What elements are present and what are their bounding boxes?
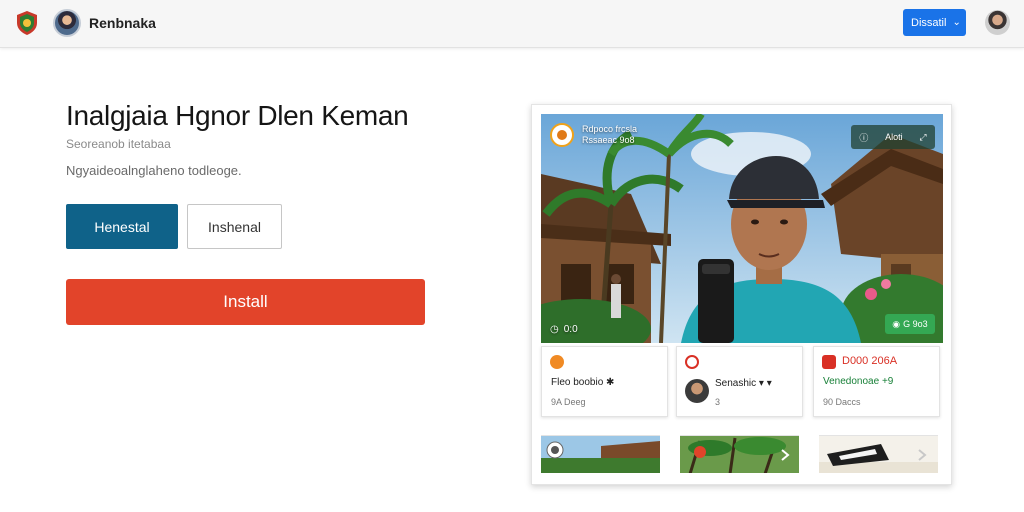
- mini-card-title: Fleo boobio ✱: [551, 377, 615, 388]
- channel-icon: [550, 123, 574, 147]
- video-badge-label: G 9o3: [903, 319, 928, 329]
- account-dropdown[interactable]: Dissatil ⌄: [903, 9, 966, 36]
- video-player[interactable]: Rdpoco frcsla Rssaeac 9o8 ⓘ Aloti ⤢ ◷ 0:…: [541, 114, 943, 343]
- user-avatar[interactable]: [53, 9, 81, 37]
- mini-card-sub: 90 Daccs: [823, 397, 861, 407]
- profile-avatar[interactable]: [985, 10, 1010, 35]
- page-description: Ngyaideoalnglaheno todleoge.: [66, 163, 242, 178]
- mini-card-title: Senashic ▾ ▾: [715, 378, 772, 389]
- badge-icon: ◉: [892, 318, 901, 329]
- video-channel[interactable]: Rdpoco frcsla Rssaeac 9o8: [550, 123, 637, 147]
- thumbnail-image: [680, 436, 799, 473]
- mini-card[interactable]: D000 206A Venedonoae +9 90 Daccs: [813, 346, 940, 417]
- mini-card[interactable]: Fleo boobio ✱ 9A Deeg: [541, 346, 668, 417]
- mini-card-sub: 3: [715, 397, 721, 407]
- video-top-controls: ⓘ Aloti ⤢: [851, 125, 935, 149]
- mini-card-avatar: [685, 379, 709, 403]
- mini-card[interactable]: Senashic ▾ ▾ 3: [676, 346, 803, 417]
- thumbnail-image: [541, 436, 660, 473]
- install-button[interactable]: Install: [66, 279, 425, 325]
- mini-card-icon: [685, 355, 699, 369]
- mini-card-icon: [822, 355, 836, 369]
- video-badge[interactable]: ◉ G 9o3: [885, 314, 935, 334]
- secondary-button[interactable]: Inshenal: [187, 204, 282, 249]
- thumbnail[interactable]: [680, 435, 799, 473]
- dropdown-label: Dissatil: [911, 16, 947, 29]
- brand-name[interactable]: Renbnaka: [89, 15, 156, 31]
- mini-card-head: D000 206A: [842, 355, 898, 367]
- chevron-down-icon: ⌄: [952, 17, 961, 28]
- primary-button[interactable]: Henestal: [66, 204, 178, 249]
- top-bar: Renbnaka Dissatil ⌄: [0, 0, 1024, 48]
- video-timestamp: ◷ 0:0: [550, 324, 578, 335]
- mini-card-icon: [550, 355, 564, 369]
- channel-line-1: Rdpoco frcsla: [582, 124, 638, 134]
- preview-card: Rdpoco frcsla Rssaeac 9o8 ⓘ Aloti ⤢ ◷ 0:…: [531, 104, 952, 485]
- page-title: Inalgjaia Hgnor Dlen Keman: [66, 100, 409, 131]
- shield-logo-icon[interactable]: [14, 10, 40, 36]
- channel-line-2: Rssaeac 9o8: [582, 135, 635, 145]
- video-top-label[interactable]: Aloti: [885, 132, 903, 142]
- clock-icon: ◷: [550, 324, 559, 335]
- mini-card-title: Venedonoae +9: [823, 376, 894, 387]
- mini-card-sub: 9A Deeg: [551, 397, 586, 407]
- thumbnail[interactable]: [541, 435, 660, 473]
- expand-icon[interactable]: ⤢: [919, 132, 926, 143]
- video-time-text: 0:0: [563, 324, 578, 335]
- thumbnail-image: [819, 436, 938, 473]
- page-subtitle: Seoreanob itetabaa: [66, 137, 171, 151]
- thumbnail[interactable]: [819, 435, 938, 473]
- info-icon[interactable]: ⓘ: [859, 131, 868, 144]
